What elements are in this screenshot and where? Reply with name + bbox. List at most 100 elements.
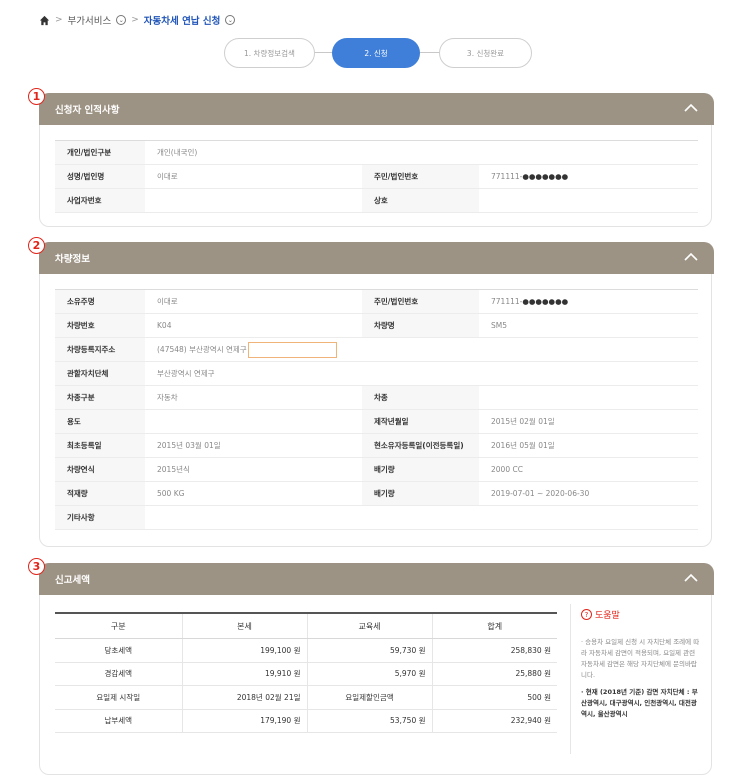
type-label: 개인/법인구분 bbox=[55, 140, 145, 165]
use-label: 용도 bbox=[55, 409, 145, 434]
vehicle-panel: 2 차량정보 소유주명 이대로 주민/법인번호 771111-●●●●●●● 차… bbox=[28, 237, 714, 547]
owner-label: 소유주명 bbox=[55, 289, 145, 314]
period-label: 배기량 bbox=[362, 481, 479, 506]
table-row: 차량등록지주소 (47548) 부산광역시 연제구 bbox=[55, 337, 698, 362]
model-value: SM5 bbox=[479, 313, 698, 338]
panel-title: 신청자 인적사항 bbox=[55, 105, 120, 116]
panel-title: 신고세액 bbox=[55, 575, 90, 586]
id-mask: ●●●●●●● bbox=[522, 297, 569, 306]
total-cell: 25,880 원 bbox=[431, 662, 557, 686]
trade-value bbox=[479, 188, 698, 213]
load-label: 적재량 bbox=[55, 481, 145, 506]
biz-label: 사업자번호 bbox=[55, 188, 145, 213]
id-mask: ●●●●●●● bbox=[522, 172, 569, 181]
home-icon[interactable] bbox=[39, 15, 50, 26]
tax-panel-header[interactable]: 신고세액 bbox=[39, 563, 714, 595]
step-search: 1. 차량정보검색 bbox=[224, 38, 315, 68]
type-value: 개인(내국인) bbox=[145, 140, 698, 165]
tax-table: 구분 본세 교육세 합계 당초세액 199,100 원 59,730 원 258… bbox=[55, 612, 557, 733]
table-row: 관할자치단체 부산광역시 연제구 bbox=[55, 361, 698, 386]
id-value: 771111-●●●●●●● bbox=[479, 164, 698, 189]
step-apply: 2. 신청 bbox=[332, 38, 420, 68]
tax-header-row: 구분 본세 교육세 합계 bbox=[55, 612, 557, 639]
breadcrumb: > 부가서비스 ⌄ > 자동차세 연납 신청 ⌄ bbox=[39, 13, 236, 27]
progress-steps: 1. 차량정보검색 2. 신청 3. 신청완료 bbox=[224, 38, 532, 68]
section-number-badge: 3 bbox=[28, 558, 45, 575]
panel-title: 차량정보 bbox=[55, 254, 90, 265]
mfg-label: 제작년월일 bbox=[362, 409, 479, 434]
table-row: 적재량 500 KG 배기량 2019-07-01 ~ 2020-06-30 bbox=[55, 481, 698, 506]
breadcrumb-separator: > bbox=[131, 15, 139, 25]
table-row: 최초등록일 2015년 03월 01일 현소유자등록일(이전등록일) 2016년… bbox=[55, 433, 698, 458]
period-value: 2019-07-01 ~ 2020-06-30 bbox=[479, 481, 698, 506]
breadcrumb-separator: > bbox=[55, 15, 63, 25]
step-complete: 3. 신청완료 bbox=[439, 38, 532, 68]
section-number-badge: 2 bbox=[28, 237, 45, 254]
chevron-down-icon[interactable]: ⌄ bbox=[225, 15, 236, 25]
address-detail-input[interactable] bbox=[247, 341, 337, 358]
vehicle-panel-header[interactable]: 차량정보 bbox=[39, 242, 714, 274]
breadcrumb-item-service[interactable]: 부가서비스 bbox=[68, 13, 112, 27]
help-title-text: 도움말 bbox=[595, 611, 620, 621]
load-value: 500 KG bbox=[145, 481, 362, 506]
id-prefix: 771111- bbox=[491, 172, 523, 181]
help-title: ? 도움말 bbox=[581, 608, 701, 621]
column-header: 교육세 bbox=[306, 612, 432, 639]
table-row: 차량번호 K04 차량명 SM5 bbox=[55, 313, 698, 338]
edu-tax-cell: 59,730 원 bbox=[306, 638, 432, 663]
discount-amount-cell: 500 원 bbox=[431, 685, 557, 710]
owner-value: 이대로 bbox=[145, 289, 362, 314]
section-number-badge: 1 bbox=[28, 88, 45, 105]
vehicle-table: 소유주명 이대로 주민/법인번호 771111-●●●●●●● 차량번호 K04… bbox=[55, 289, 698, 530]
column-header: 본세 bbox=[181, 612, 307, 639]
table-row: 성명/법인명 이대로 주민/법인번호 771111-●●●●●●● bbox=[55, 164, 698, 189]
applicant-panel-header[interactable]: 신청자 인적사항 bbox=[39, 93, 714, 125]
name-label: 성명/법인명 bbox=[55, 164, 145, 189]
class-label: 차종 bbox=[362, 385, 479, 410]
edu-tax-cell: 5,970 원 bbox=[306, 662, 432, 686]
use-value bbox=[145, 409, 362, 434]
column-header: 합계 bbox=[431, 612, 557, 639]
cc-label: 배기량 bbox=[362, 457, 479, 482]
table-row: 당초세액 199,100 원 59,730 원 258,830 원 bbox=[55, 638, 557, 663]
base-tax-cell: 179,190 원 bbox=[181, 709, 307, 733]
plate-label: 차량번호 bbox=[55, 313, 145, 338]
table-row: 경감세액 19,910 원 5,970 원 25,880 원 bbox=[55, 662, 557, 686]
first-reg-value: 2015년 03월 01일 bbox=[145, 433, 362, 458]
class-value bbox=[479, 385, 698, 410]
help-box: ? 도움말 · 승용차 요일제 신청 시 자치단체 조례에 따라 자동차세 감면… bbox=[570, 604, 701, 754]
breadcrumb-item-current[interactable]: 자동차세 연납 신청 bbox=[144, 13, 221, 27]
base-tax-cell: 199,100 원 bbox=[181, 638, 307, 663]
question-icon: ? bbox=[581, 609, 592, 620]
first-reg-label: 최초등록일 bbox=[55, 433, 145, 458]
address-value: (47548) 부산광역시 연제구 bbox=[145, 337, 698, 362]
table-row: 납부세액 179,190 원 53,750 원 232,940 원 bbox=[55, 709, 557, 733]
base-tax-cell: 19,910 원 bbox=[181, 662, 307, 686]
chevron-up-icon[interactable] bbox=[684, 573, 698, 583]
id-value: 771111-●●●●●●● bbox=[479, 289, 698, 314]
table-row: 기타사항 bbox=[55, 505, 698, 530]
kind-label: 차종구분 bbox=[55, 385, 145, 410]
id-label: 주민/법인번호 bbox=[362, 289, 479, 314]
table-row: 차종구분 자동차 차종 bbox=[55, 385, 698, 410]
chevron-up-icon[interactable] bbox=[684, 252, 698, 262]
cc-value: 2000 CC bbox=[479, 457, 698, 482]
model-label: 차량명 bbox=[362, 313, 479, 338]
chevron-up-icon[interactable] bbox=[684, 103, 698, 113]
id-prefix: 771111- bbox=[491, 297, 523, 306]
cur-reg-label: 현소유자등록일(이전등록일) bbox=[362, 433, 479, 458]
cur-reg-value: 2016년 05월 01일 bbox=[479, 433, 698, 458]
start-date-cell: 2018년 02월 21일 bbox=[181, 685, 307, 710]
address-text: (47548) 부산광역시 연제구 bbox=[157, 344, 247, 354]
chevron-down-icon[interactable]: ⌄ bbox=[116, 15, 127, 25]
table-row: 개인/법인구분 개인(내국인) bbox=[55, 140, 698, 165]
total-cell: 258,830 원 bbox=[431, 638, 557, 663]
gov-label: 관할자치단체 bbox=[55, 361, 145, 386]
edu-tax-cell: 53,750 원 bbox=[306, 709, 432, 733]
discount-label-cell: 요일제할인금액 bbox=[306, 685, 432, 710]
address-label: 차량등록지주소 bbox=[55, 337, 145, 362]
table-row: 용도 제작년월일 2015년 02월 01일 bbox=[55, 409, 698, 434]
name-value: 이대로 bbox=[145, 164, 362, 189]
applicant-panel: 1 신청자 인적사항 개인/법인구분 개인(내국인) 성명/법인명 이대로 주민… bbox=[28, 88, 714, 227]
year-value: 2015년식 bbox=[145, 457, 362, 482]
